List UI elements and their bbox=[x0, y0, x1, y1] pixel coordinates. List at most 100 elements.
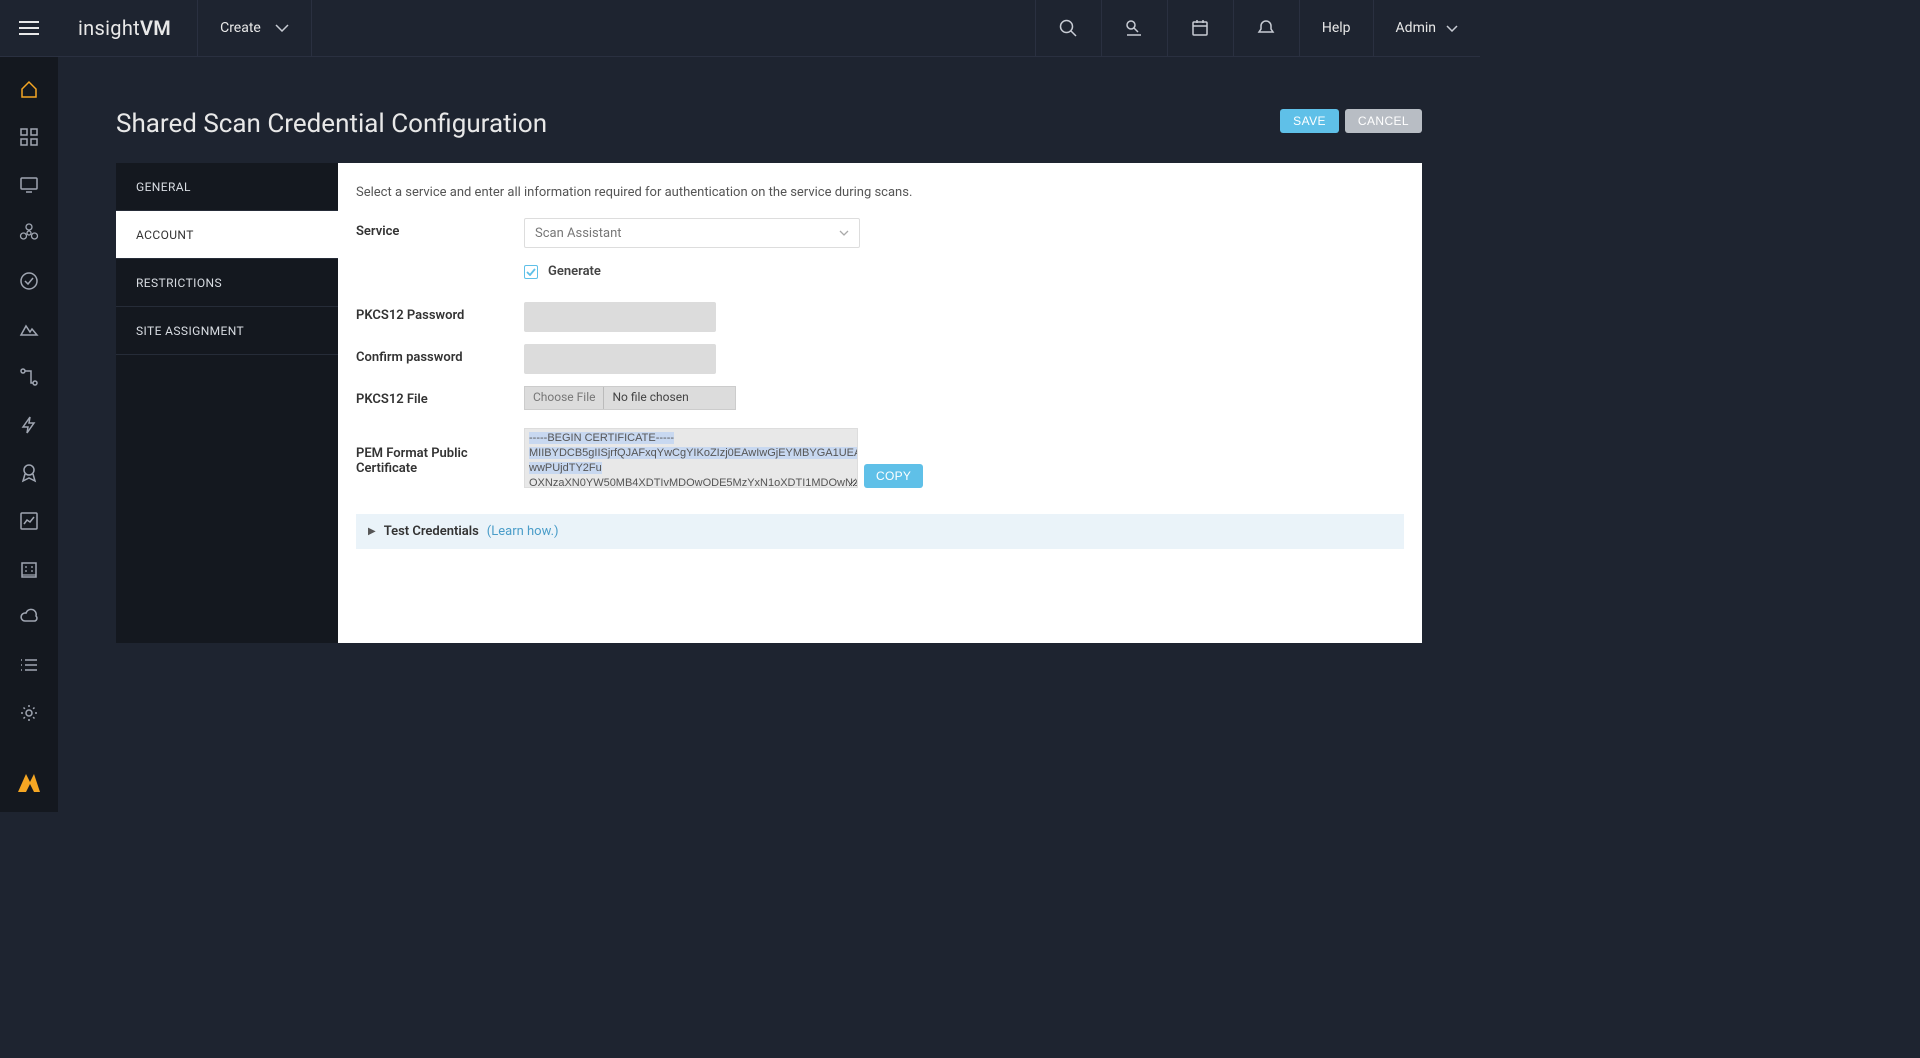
pem-certificate-textarea[interactable]: -----BEGIN CERTIFICATE----- MIIBYDCB5gIIS… bbox=[524, 428, 858, 488]
hamburger-icon bbox=[19, 21, 39, 35]
help-link[interactable]: Help bbox=[1299, 0, 1373, 57]
search-icon bbox=[1059, 19, 1077, 37]
query-button[interactable] bbox=[1101, 0, 1167, 57]
config-panel: GENERAL ACCOUNT RESTRICTIONS SITE ASSIGN… bbox=[116, 163, 1422, 643]
test-credentials-label: Test Credentials bbox=[384, 524, 479, 539]
badge-icon bbox=[19, 463, 39, 483]
nav-cloud[interactable] bbox=[11, 599, 47, 635]
file-input[interactable]: Choose File No file chosen bbox=[524, 386, 736, 410]
logo-text-light: insight bbox=[78, 16, 140, 40]
copy-button[interactable]: COPY bbox=[864, 464, 923, 488]
top-bar: insightVM Create Help Admin bbox=[0, 0, 1480, 57]
list-icon bbox=[19, 655, 39, 675]
test-credentials-bar[interactable]: ▶ Test Credentials (Learn how.) bbox=[356, 514, 1404, 549]
row-pkcs12-file: PKCS12 File Choose File No file chosen bbox=[356, 386, 1404, 416]
row-generate: Generate bbox=[356, 260, 1404, 290]
admin-dropdown[interactable]: Admin bbox=[1373, 0, 1480, 57]
bolt-icon bbox=[19, 415, 39, 435]
confirm-password-input[interactable] bbox=[524, 344, 716, 374]
label-pem-certificate: PEM Format Public Certificate bbox=[356, 440, 524, 476]
generate-label: Generate bbox=[548, 264, 601, 279]
notifications-button[interactable] bbox=[1233, 0, 1299, 57]
pkcs12-password-input[interactable] bbox=[524, 302, 716, 332]
create-label: Create bbox=[220, 20, 261, 36]
tab-restrictions[interactable]: RESTRICTIONS bbox=[116, 259, 338, 307]
field-pem-certificate: -----BEGIN CERTIFICATE----- MIIBYDCB5gIIS… bbox=[524, 428, 1404, 488]
query-icon bbox=[1125, 19, 1143, 37]
brand-mark bbox=[0, 770, 58, 794]
building-icon bbox=[19, 559, 39, 579]
search-button[interactable] bbox=[1035, 0, 1101, 57]
nav-policies[interactable] bbox=[11, 263, 47, 299]
nav-home[interactable] bbox=[11, 71, 47, 107]
learn-how-link[interactable]: (Learn how.) bbox=[487, 524, 559, 539]
label-pkcs12-file: PKCS12 File bbox=[356, 386, 524, 407]
chevron-down-icon bbox=[275, 24, 289, 32]
check-circle-icon bbox=[19, 271, 39, 291]
nav-actions[interactable] bbox=[11, 407, 47, 443]
nav-assets[interactable] bbox=[11, 167, 47, 203]
file-name-text: No file chosen bbox=[604, 387, 735, 409]
gear-icon bbox=[19, 703, 39, 723]
sidebar bbox=[0, 57, 58, 812]
label-service: Service bbox=[356, 218, 524, 239]
rapid7-icon bbox=[16, 770, 42, 794]
action-buttons: SAVE CANCEL bbox=[1280, 109, 1422, 133]
field-generate: Generate bbox=[524, 260, 1404, 279]
menu-toggle-button[interactable] bbox=[0, 0, 58, 57]
nav-automation[interactable] bbox=[11, 359, 47, 395]
nav-management[interactable] bbox=[11, 551, 47, 587]
mountain-icon bbox=[19, 319, 39, 339]
cert-line-1: -----BEGIN CERTIFICATE----- bbox=[529, 432, 674, 444]
product-logo: insightVM bbox=[58, 16, 197, 40]
monitor-icon bbox=[19, 175, 39, 195]
nav-reports[interactable] bbox=[11, 503, 47, 539]
chart-icon bbox=[19, 511, 39, 531]
field-confirm-password bbox=[524, 344, 1404, 374]
main-content: Shared Scan Credential Configuration SAV… bbox=[58, 57, 1480, 812]
cert-line-3: wwPUjdTY2Fu bbox=[529, 462, 602, 474]
side-tabs: GENERAL ACCOUNT RESTRICTIONS SITE ASSIGN… bbox=[116, 163, 338, 643]
nav-tags[interactable] bbox=[11, 455, 47, 491]
service-select[interactable]: Scan Assistant bbox=[524, 218, 860, 248]
nav-list[interactable] bbox=[11, 647, 47, 683]
calendar-icon bbox=[1191, 19, 1209, 37]
nav-peaks[interactable] bbox=[11, 311, 47, 347]
create-dropdown[interactable]: Create bbox=[197, 0, 312, 56]
topbar-right: Help Admin bbox=[1035, 0, 1480, 56]
topbar-left: insightVM Create bbox=[0, 0, 312, 56]
choose-file-button: Choose File bbox=[525, 387, 604, 409]
cert-line-2: MIIBYDCB5gIISjrfQJAFxqYwCgYIKoZIzj0EAwIw… bbox=[529, 447, 858, 459]
logo-text-bold: VM bbox=[140, 16, 171, 40]
calendar-button[interactable] bbox=[1167, 0, 1233, 57]
bell-icon bbox=[1257, 19, 1275, 37]
cancel-button[interactable]: CANCEL bbox=[1345, 109, 1422, 133]
generate-checkbox[interactable] bbox=[524, 265, 538, 279]
help-label: Help bbox=[1322, 20, 1351, 36]
cert-line-4: OXNzaXN0YW50MB4XDTIvMDOwODE5MzYxN1oXDTI1… bbox=[529, 477, 858, 488]
tab-site-assignment[interactable]: SITE ASSIGNMENT bbox=[116, 307, 338, 355]
tab-content: Select a service and enter all informati… bbox=[338, 163, 1422, 643]
row-pem-certificate: PEM Format Public Certificate -----BEGIN… bbox=[356, 428, 1404, 488]
field-pkcs12-password bbox=[524, 302, 1404, 332]
generate-checkbox-wrap: Generate bbox=[524, 260, 1404, 279]
row-service: Service Scan Assistant bbox=[356, 218, 1404, 248]
workflow-icon bbox=[19, 367, 39, 387]
page-header: Shared Scan Credential Configuration SAV… bbox=[116, 109, 1422, 139]
chevron-down-icon bbox=[839, 230, 849, 236]
label-confirm-password: Confirm password bbox=[356, 344, 524, 365]
chevron-down-icon bbox=[1446, 25, 1458, 32]
row-pkcs12-password: PKCS12 Password bbox=[356, 302, 1404, 332]
nav-settings[interactable] bbox=[11, 695, 47, 731]
nav-vulnerabilities[interactable] bbox=[11, 215, 47, 251]
grid-icon bbox=[19, 127, 39, 147]
field-pkcs12-file: Choose File No file chosen bbox=[524, 386, 1404, 410]
tab-account[interactable]: ACCOUNT bbox=[116, 211, 338, 259]
tab-general[interactable]: GENERAL bbox=[116, 163, 338, 211]
biohazard-icon bbox=[19, 223, 39, 243]
field-service: Scan Assistant bbox=[524, 218, 1404, 248]
admin-label: Admin bbox=[1396, 20, 1436, 36]
nav-dashboard[interactable] bbox=[11, 119, 47, 155]
row-confirm-password: Confirm password bbox=[356, 344, 1404, 374]
save-button[interactable]: SAVE bbox=[1280, 109, 1339, 133]
